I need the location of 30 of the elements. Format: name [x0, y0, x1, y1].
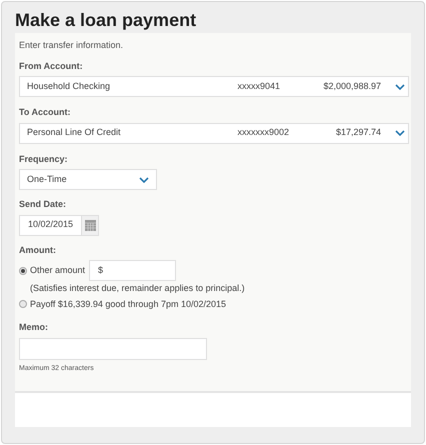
- field-label: From Account:: [19, 60, 84, 72]
- account-select[interactable]: Household Checking xxxxx9041 $2,000,988.97: [19, 76, 409, 97]
- field-label: Send Date:: [19, 198, 68, 211]
- field-label: To Account:: [19, 106, 72, 119]
- radio-button[interactable]: [19, 266, 27, 274]
- chevron-down-icon: [395, 84, 405, 90]
- intro-text: Enter transfer information.: [19, 39, 124, 52]
- chevron-down-icon: [139, 176, 149, 182]
- chevron-down-icon: [395, 130, 405, 136]
- amount-note: (Satisfies interest due, remainder applies to principal.): [29, 282, 246, 295]
- calendar-icon: [84, 220, 96, 230]
- account-number: xxxxx9041: [237, 80, 282, 93]
- page-title: Make a loan payment: [15, 9, 198, 32]
- field-label: Amount:: [19, 244, 57, 256]
- field-label: Frequency:: [19, 152, 69, 166]
- calendar-button[interactable]: [82, 214, 99, 236]
- account-select[interactable]: Personal Line Of Credit xxxxxxx9002 $17,297.74: [19, 122, 409, 144]
- account-balance: $2,000,988.97: [322, 80, 381, 93]
- account-number: xxxxxxx9002: [237, 126, 290, 140]
- account-balance: $17,297.74: [334, 126, 381, 140]
- account-name: Personal Line Of Credit: [27, 126, 122, 140]
- frequency-select[interactable]: One-Time: [19, 169, 157, 190]
- amount-field[interactable]: $: [89, 260, 176, 281]
- account-name: Household Checking: [27, 80, 112, 93]
- radio-label: Other amount: [30, 264, 86, 277]
- field-label: Memo:: [19, 321, 49, 334]
- radio-button[interactable]: [19, 300, 27, 308]
- memo-field[interactable]: [19, 338, 207, 360]
- date-field[interactable]: 10/02/2015: [19, 214, 82, 236]
- radio-label: Payoff $16,339.94 good through 7pm 10/02/2015: [30, 298, 226, 311]
